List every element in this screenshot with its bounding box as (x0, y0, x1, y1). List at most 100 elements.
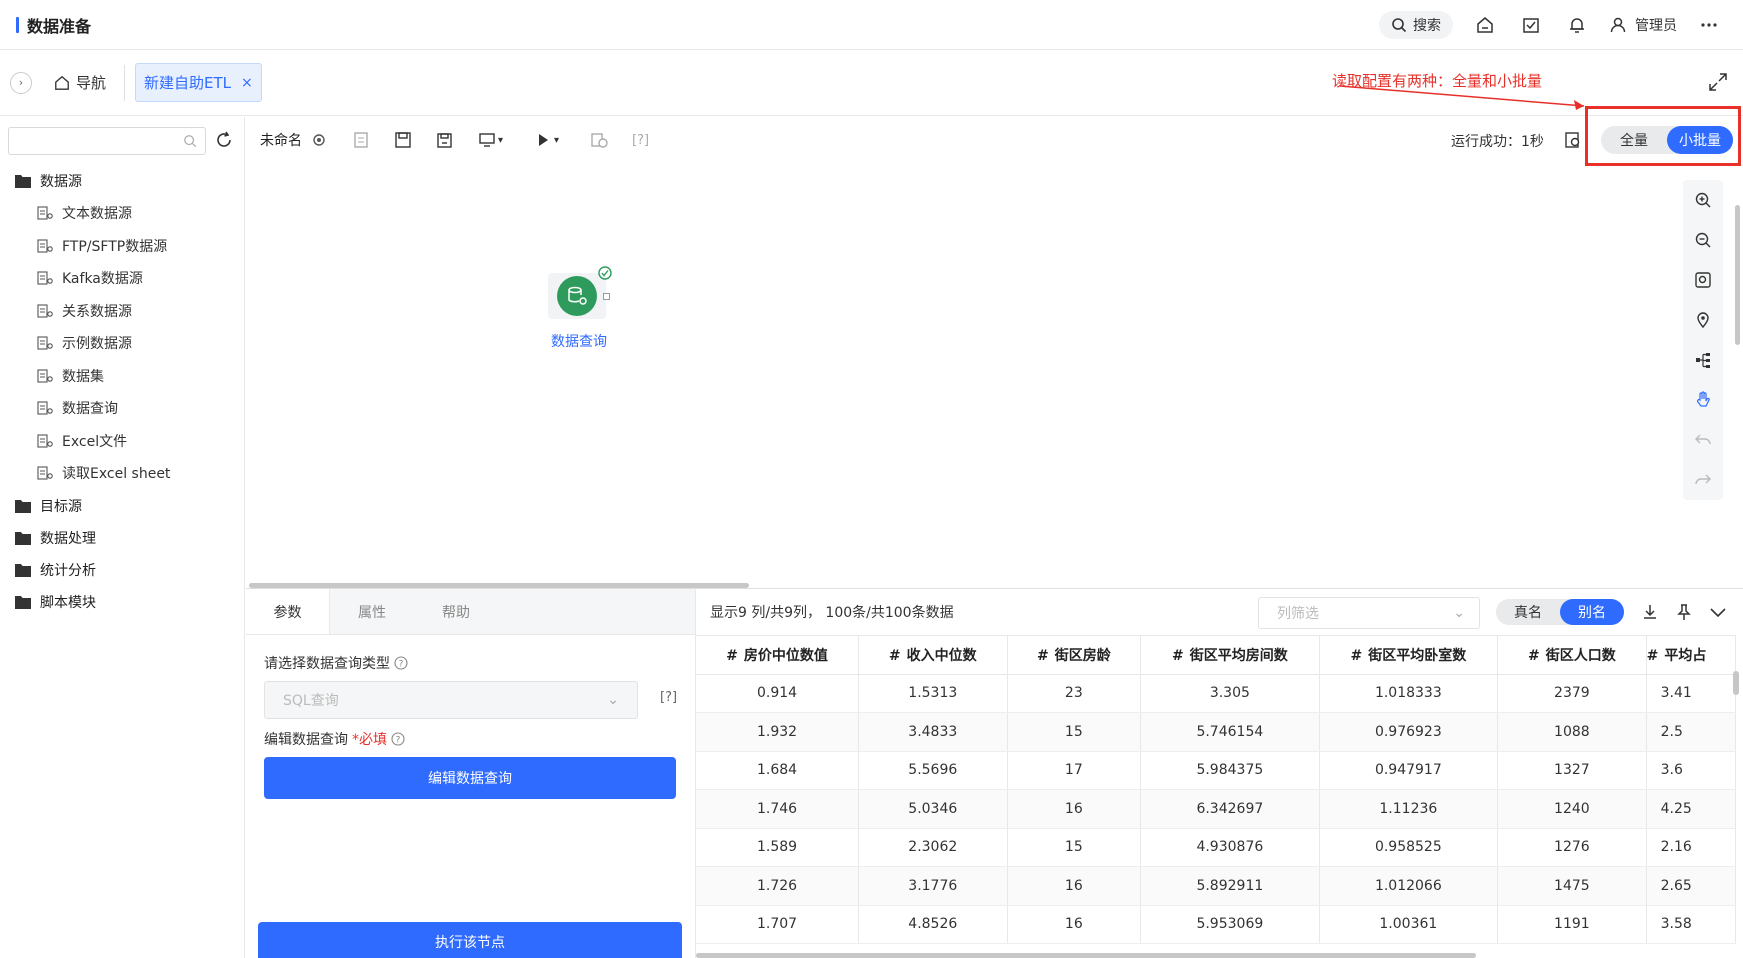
component-search-input[interactable] (8, 127, 206, 155)
notifications-button[interactable] (1563, 11, 1591, 39)
column-header[interactable]: # 平均占 (1646, 636, 1736, 675)
table-cell: 1.932 (696, 712, 860, 752)
save-as-icon (437, 133, 452, 148)
tree-item[interactable]: 示例数据源 (0, 327, 245, 360)
edit-query-button[interactable]: 编辑数据查询 (264, 757, 676, 799)
tree-group[interactable]: 统计分析 (0, 554, 245, 586)
locate-button[interactable] (1683, 300, 1723, 340)
more-button[interactable] (1695, 11, 1723, 39)
tab-close-icon[interactable]: × (241, 75, 253, 91)
database-gear-icon (568, 286, 587, 305)
nav-label: 导航 (76, 74, 107, 92)
table-cell: 3.58 (1646, 905, 1736, 944)
tree-item[interactable]: FTP/SFTP数据源 (0, 230, 245, 263)
tree-item[interactable]: Kafka数据源 (0, 262, 245, 295)
table-cell: 3.41 (1646, 674, 1736, 713)
column-header[interactable]: # 房价中位数值 (696, 636, 860, 675)
pin-icon[interactable] (1674, 602, 1694, 622)
undo-button[interactable] (1683, 420, 1723, 460)
tree-group[interactable]: 数据处理 (0, 522, 245, 554)
tasks-button[interactable] (1517, 11, 1545, 39)
column-header-label: 街区平均卧室数 (1368, 647, 1467, 664)
node-config-panel: 参数 属性 帮助 请选择数据查询类型 ? SQL查询 ⌄ [?] 编辑数据查询 … (246, 589, 696, 958)
save-button[interactable] (394, 130, 414, 150)
table-cell: 1240 (1497, 789, 1647, 829)
document-button[interactable] (352, 130, 372, 150)
table-row: 1.726 3.1776 16 5.892911 1.012066 1475 2.65 (696, 866, 1736, 906)
save-as-button[interactable] (436, 130, 456, 150)
run-node-button[interactable]: 执行该节点 (258, 922, 682, 958)
table-cell: 0.914 (696, 674, 860, 713)
table-cell: 2.65 (1646, 866, 1736, 906)
table-cell: 3.4833 (858, 712, 1008, 752)
flow-settings-button[interactable] (310, 130, 330, 150)
column-header-label: 房价中位数值 (743, 647, 828, 664)
tree-item[interactable]: 数据集 (0, 360, 245, 393)
column-filter-select[interactable]: 列筛选 ⌄ (1258, 597, 1480, 629)
question-icon[interactable]: ? (394, 656, 408, 670)
tree-item[interactable]: 关系数据源 (0, 295, 245, 328)
tree-item[interactable]: Excel文件 (0, 425, 245, 458)
tree-group[interactable]: 脚本模块 (0, 586, 245, 618)
more-dots-icon (1701, 23, 1717, 27)
tab-help[interactable]: 帮助 (414, 589, 498, 634)
table-cell: 4.25 (1646, 789, 1736, 829)
table-row: 1.932 3.4833 15 5.746154 0.976923 1088 2.5 (696, 712, 1736, 752)
home-button[interactable] (1471, 11, 1499, 39)
column-header[interactable]: # 街区房龄 (1007, 636, 1142, 675)
tree-group[interactable]: 目标源 (0, 490, 245, 522)
query-type-select[interactable]: SQL查询 ⌄ (264, 681, 638, 719)
schedule-button[interactable] (590, 130, 610, 150)
nav-home-link[interactable]: 导航 (54, 72, 106, 93)
canvas-vertical-scrollbar[interactable] (1735, 205, 1740, 345)
tree-item[interactable]: 读取Excel sheet (0, 457, 245, 490)
table-header-row: # 房价中位数值 # 收入中位数 # 街区房龄 # 街区平均房间数 # 街区平均卧室数 # 街区人口数… (696, 636, 1736, 675)
global-search-button[interactable]: 搜索 (1379, 11, 1453, 39)
tree-item[interactable]: 文本数据源 (0, 197, 245, 230)
query-type-help[interactable]: [?] (660, 690, 677, 705)
user-menu[interactable]: 管理员 (1609, 15, 1677, 35)
download-icon[interactable] (1640, 602, 1660, 622)
refresh-icon[interactable] (214, 130, 234, 150)
display-dropdown-button[interactable]: ▾ (478, 130, 512, 150)
read-mode-toggle[interactable]: 全量 小批量 (1601, 126, 1733, 154)
redo-button[interactable] (1683, 460, 1723, 500)
column-header[interactable]: # 街区人口数 (1497, 636, 1647, 675)
table-horizontal-scrollbar[interactable] (696, 953, 1476, 958)
mode-batch-option[interactable]: 小批量 (1667, 126, 1733, 154)
table-cell: 15 (1007, 828, 1142, 867)
alias-option[interactable]: 别名 (1560, 599, 1624, 625)
fullscreen-icon[interactable] (1708, 72, 1728, 92)
name-mode-toggle[interactable]: 真名 别名 (1496, 599, 1624, 625)
column-header[interactable]: # 街区平均房间数 (1140, 636, 1320, 675)
real-name-option[interactable]: 真名 (1496, 599, 1560, 625)
edit-query-label: 编辑数据查询 *必填 ? (264, 729, 405, 749)
node-label[interactable]: 数据查询 (548, 331, 610, 351)
zoom-in-button[interactable] (1683, 180, 1723, 220)
question-icon[interactable]: ? (391, 732, 405, 746)
run-dropdown-button[interactable]: ▾ (534, 130, 568, 150)
tree-item[interactable]: 数据查询 (0, 392, 245, 425)
pan-tool-button[interactable] (1683, 380, 1723, 420)
column-header[interactable]: # 收入中位数 (858, 636, 1008, 675)
table-vertical-scrollbar[interactable] (1733, 671, 1739, 695)
flow-canvas[interactable]: 数据查询 (246, 163, 1743, 588)
zoom-out-button[interactable] (1683, 220, 1723, 260)
flow-name[interactable]: 未命名 (260, 130, 302, 150)
numeric-type-icon: # (726, 647, 738, 664)
tab-new-etl[interactable]: 新建自助ETL × (135, 63, 262, 102)
run-log-icon[interactable] (1564, 131, 1582, 149)
node-output-port[interactable] (603, 293, 610, 300)
collapse-chevron-icon[interactable] (1708, 602, 1728, 622)
tab-properties[interactable]: 属性 (330, 589, 414, 634)
help-button[interactable]: [?] (632, 130, 652, 150)
tree-group-label: 数据处理 (40, 530, 96, 547)
tree-group[interactable]: 数据源 (0, 165, 245, 197)
table-cell: 1327 (1497, 751, 1647, 790)
tab-params[interactable]: 参数 (246, 589, 330, 634)
column-header[interactable]: # 街区平均卧室数 (1319, 636, 1499, 675)
auto-layout-button[interactable] (1683, 340, 1723, 380)
sidebar-toggle-button[interactable]: › (10, 71, 32, 94)
fit-view-button[interactable] (1683, 260, 1723, 300)
mode-full-option[interactable]: 全量 (1601, 126, 1667, 154)
